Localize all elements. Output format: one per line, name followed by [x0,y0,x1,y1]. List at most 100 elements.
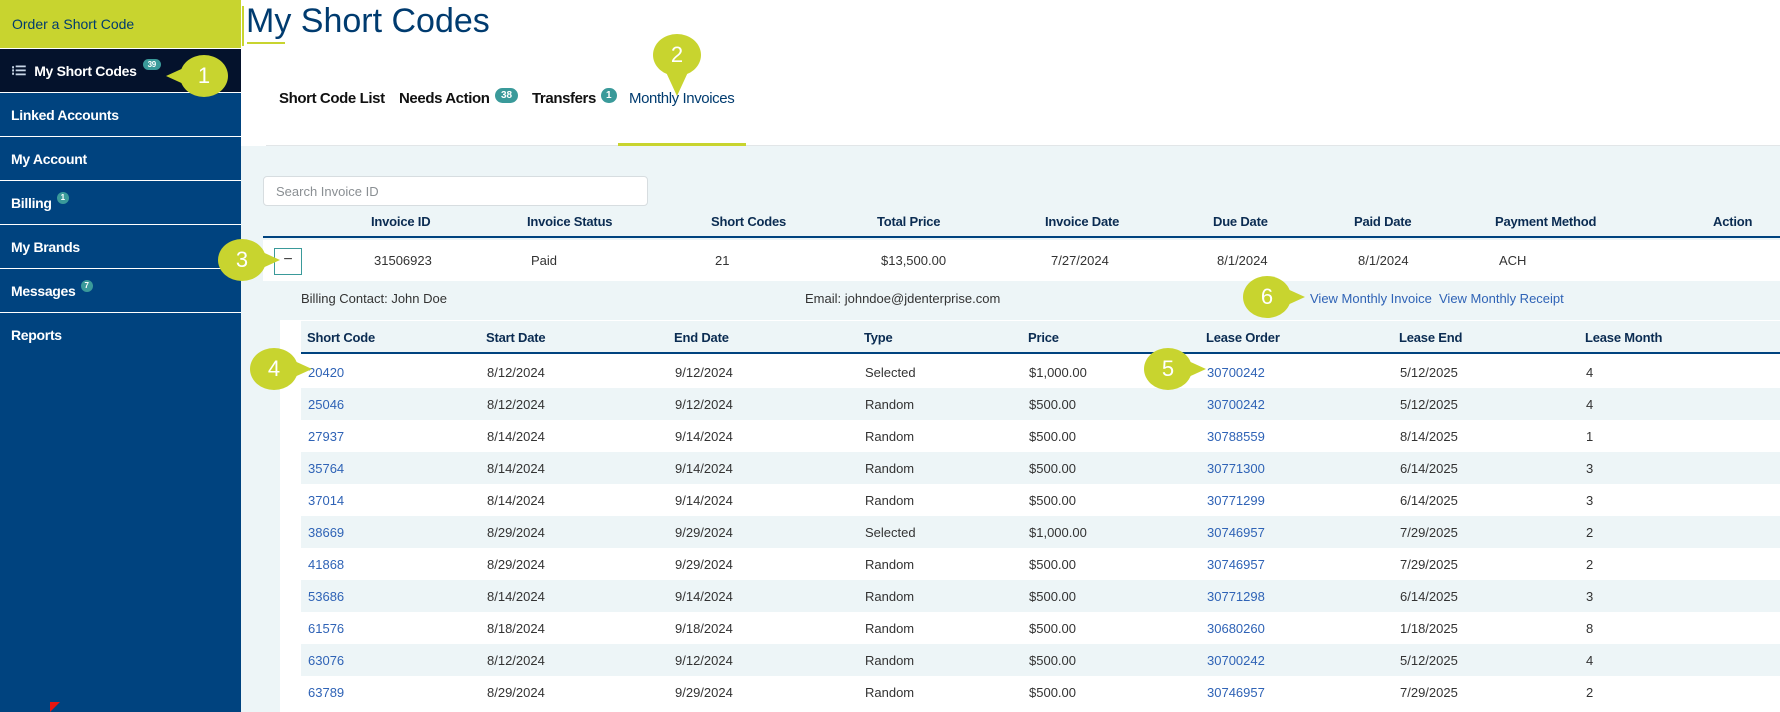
col-short-codes: Short Codes [711,214,787,229]
short-code-link[interactable]: 38669 [308,525,344,540]
short-code-link[interactable]: 61576 [308,621,344,636]
order-short-code-button[interactable]: Order a Short Code [0,0,241,49]
table-row: 25046 8/12/2024 9/12/2024 Random $500.00 3070… [301,388,1780,420]
lease-end: 5/12/2025 [1400,397,1458,412]
lease-end: 6/14/2025 [1400,493,1458,508]
lease-month: 4 [1586,397,1594,412]
short-code-link[interactable]: 35764 [308,461,344,476]
sidebar-item-my-brands[interactable]: My Brands [0,225,241,269]
sidebar-item-billing[interactable]: Billing 1 [0,181,241,225]
sidebar-item-my-account[interactable]: My Account [0,137,241,181]
lease-order-link[interactable]: 30771299 [1207,493,1265,508]
sidebar-item-label: Reports [11,327,62,343]
type: Random [865,557,915,572]
lease-end: 8/14/2025 [1400,429,1458,444]
lease-order-link[interactable]: 30788559 [1207,429,1265,444]
view-monthly-receipt-link[interactable]: View Monthly Receipt [1439,291,1564,306]
invoice-short-codes: 21 [715,253,730,268]
price: $1,000.00 [1029,525,1087,540]
lease-order-link[interactable]: 30746957 [1207,685,1265,700]
invoice-table-header: Invoice ID Invoice Status Short Codes To… [263,210,1780,238]
short-code-link[interactable]: 25046 [308,397,344,412]
invoice-details: Billing Contact: John Doe Email: johndoe… [263,283,1780,313]
billing-email: Email: johndoe@jdenterprise.com [805,291,1001,306]
end-date: 9/14/2024 [675,493,733,508]
lease-order-link[interactable]: 30700242 [1207,365,1265,380]
start-date: 8/29/2024 [487,685,545,700]
lease-order-link[interactable]: 30746957 [1207,525,1265,540]
lease-order-link[interactable]: 30746957 [1207,557,1265,572]
price: $500.00 [1029,397,1076,412]
lease-order-link[interactable]: 30771300 [1207,461,1265,476]
order-short-code-label: Order a Short Code [12,16,135,32]
start-date: 8/12/2024 [487,397,545,412]
short-code-link[interactable]: 63789 [308,685,344,700]
invoice-date: 7/27/2024 [1051,253,1109,268]
invoice-id: 31506923 [374,253,432,268]
short-code-link[interactable]: 53686 [308,589,344,604]
price: $500.00 [1029,557,1076,572]
end-date: 9/18/2024 [675,621,733,636]
type: Random [865,589,915,604]
sidebar-item-reports[interactable]: Reports [0,313,241,357]
start-date: 8/14/2024 [487,493,545,508]
col-type: Type [864,330,893,345]
type: Random [865,493,915,508]
start-date: 8/14/2024 [487,429,545,444]
invoice-status: Paid [531,253,558,268]
short-code-link[interactable]: 63076 [308,653,344,668]
end-date: 9/12/2024 [675,653,733,668]
table-row: 61576 8/18/2024 9/18/2024 Random $500.00 3068… [301,612,1780,644]
table-row: 35764 8/14/2024 9/14/2024 Random $500.00 3077… [301,452,1780,484]
search-invoice-input[interactable] [263,176,648,206]
lease-order-link[interactable]: 30680260 [1207,621,1265,636]
col-end-date: End Date [674,330,729,345]
lease-month: 4 [1586,653,1594,668]
type: Random [865,621,915,636]
sidebar: Order a Short Code ⁝☰ My Short Codes 39 … [0,0,241,712]
lease-month: 1 [1586,429,1594,444]
lease-end: 5/12/2025 [1400,653,1458,668]
short-code-link[interactable]: 41868 [308,557,344,572]
lease-end: 6/14/2025 [1400,589,1458,604]
sidebar-item-label: Messages [11,282,76,299]
price: $500.00 [1029,493,1076,508]
messages-count-badge: 7 [80,279,93,292]
lease-month: 2 [1586,557,1594,572]
tab-short-code-list[interactable]: Short Code List [279,90,385,107]
price: $500.00 [1029,461,1076,476]
table-row: 41868 8/29/2024 9/29/2024 Random $500.00 3074… [301,548,1780,580]
table-row: 27937 8/14/2024 9/14/2024 Random $500.00 3078… [301,420,1780,452]
invoice-total-price: $13,500.00 [881,253,947,268]
needs-action-badge: 38 [495,88,519,103]
lease-order-link[interactable]: 30700242 [1207,653,1265,668]
invoice-row[interactable]: − 31506923 Paid 21 $13,500.00 7/27/2024 … [263,240,1780,281]
price: $500.00 [1029,685,1076,700]
short-code-link[interactable]: 20420 [308,365,344,380]
price: $500.00 [1029,429,1076,444]
col-invoice-id: Invoice ID [371,214,431,229]
transfers-badge: 1 [601,88,617,103]
lease-end: 7/29/2025 [1400,685,1458,700]
tab-needs-action[interactable]: Needs Action [399,90,490,107]
short-code-link[interactable]: 37014 [308,493,344,508]
lease-order-link[interactable]: 30700242 [1207,397,1265,412]
tab-transfers[interactable]: Transfers [532,90,596,107]
callout-4: 4 [250,348,312,390]
callout-1: 1 [166,55,228,97]
view-monthly-invoice-link[interactable]: View Monthly Invoice [1310,291,1432,306]
col-action: Action [1713,214,1753,229]
sidebar-item-linked-accounts[interactable]: Linked Accounts [0,93,241,137]
lease-end: 7/29/2025 [1400,557,1458,572]
short-code-link[interactable]: 27937 [308,429,344,444]
due-date: 8/1/2024 [1217,253,1268,268]
callout-3: 3 [218,239,280,281]
sidebar-item-messages[interactable]: Messages 7 [0,269,241,313]
end-date: 9/29/2024 [675,557,733,572]
start-date: 8/14/2024 [487,589,545,604]
lease-order-link[interactable]: 30771298 [1207,589,1265,604]
type: Random [865,653,915,668]
type: Random [865,429,915,444]
table-row: 63789 8/29/2024 9/29/2024 Random $500.00 3074… [301,676,1780,708]
start-date: 8/18/2024 [487,621,545,636]
